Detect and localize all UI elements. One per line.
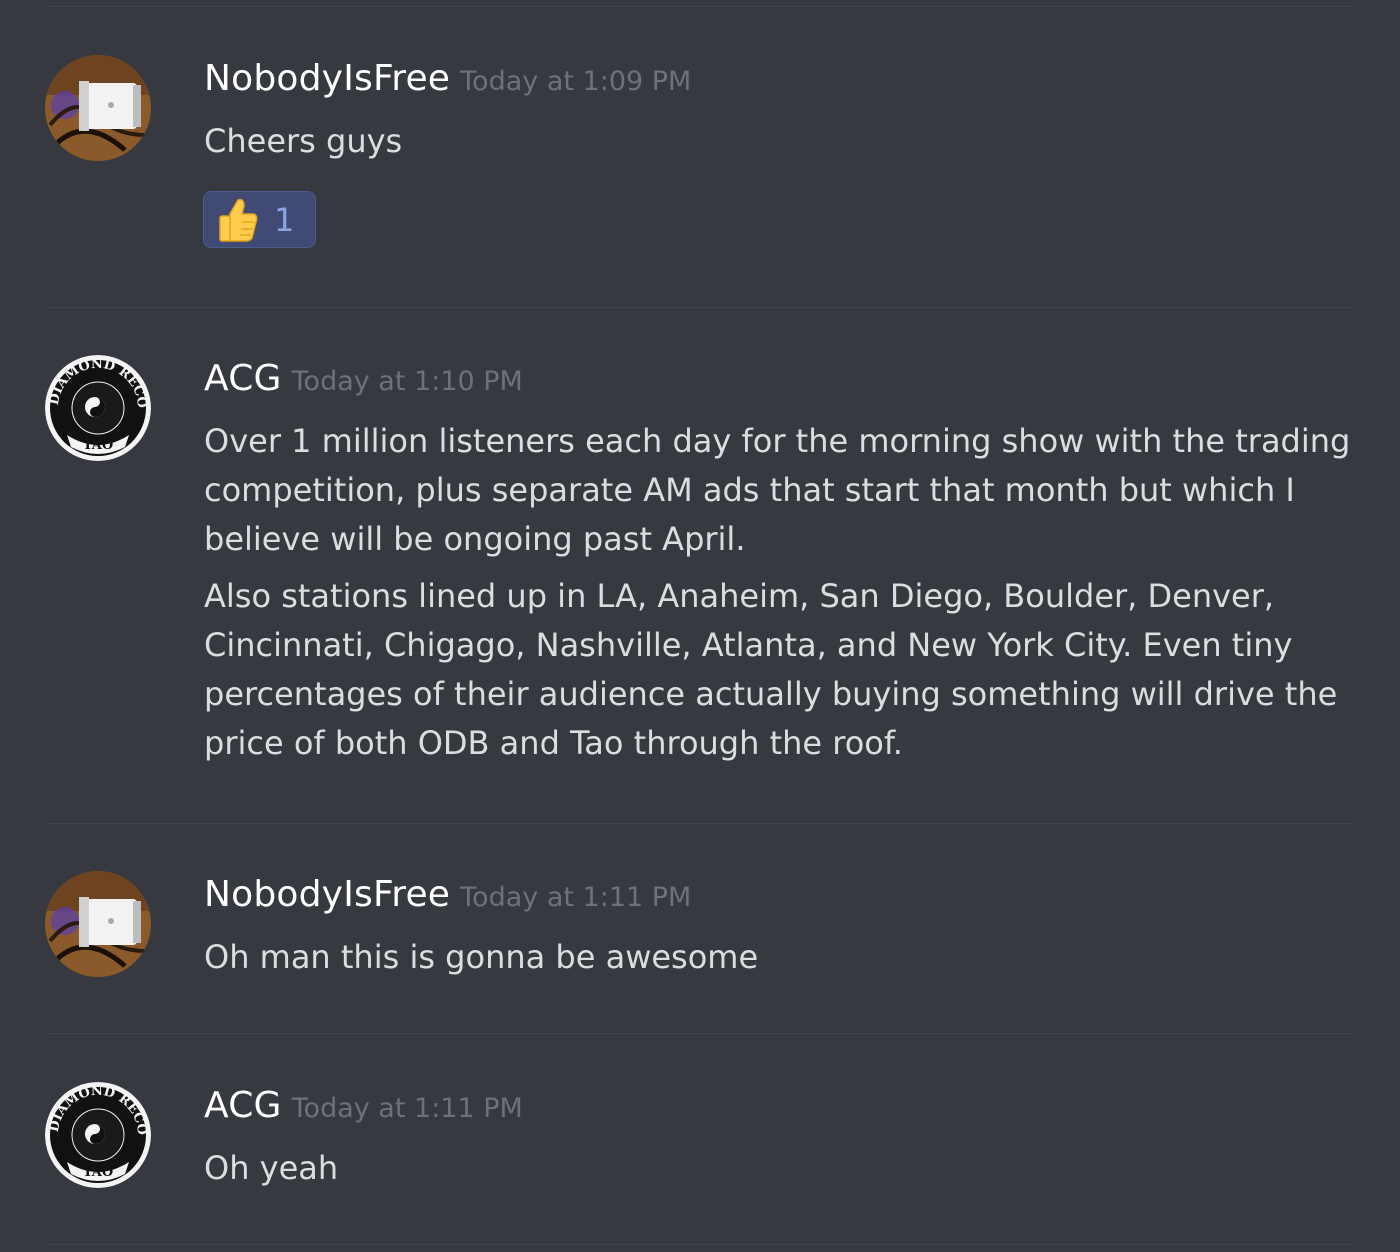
avatar[interactable] [45, 55, 151, 161]
message-divider [45, 6, 1355, 7]
avatar[interactable] [45, 871, 151, 977]
message-text: Cheers guys [204, 122, 403, 160]
reaction-count: 1 [274, 200, 295, 239]
message-header: NobodyIsFree Today at 1:09 PM [204, 58, 691, 99]
message-divider [45, 307, 1355, 308]
message-divider [45, 1033, 1355, 1034]
message-header: ACG Today at 1:11 PM [204, 1085, 523, 1126]
message-content: Oh yeah [204, 1144, 1374, 1193]
username[interactable]: ACG [204, 1085, 282, 1126]
message-text: Oh man this is gonna be awesome [204, 938, 759, 976]
avatar[interactable]: DIAMOND RECORD TAO [45, 355, 151, 461]
thumbs-up-icon [219, 198, 258, 242]
message-header: ACG Today at 1:10 PM [204, 358, 523, 399]
diamond-record-logo-icon: DIAMOND RECORD TAO [45, 355, 151, 461]
diamond-record-logo-icon: DIAMOND RECORD TAO [45, 1082, 151, 1188]
username[interactable]: NobodyIsFree [204, 874, 450, 915]
device-photo-avatar-icon [45, 871, 151, 977]
username[interactable]: ACG [204, 358, 282, 399]
timestamp: Today at 1:09 PM [460, 66, 692, 97]
timestamp: Today at 1:11 PM [291, 1093, 523, 1124]
message-content: Over 1 million listeners each day for th… [204, 417, 1374, 768]
svg-text:TAO: TAO [83, 438, 113, 453]
reaction-button[interactable]: 1 [203, 191, 316, 248]
message-content: Oh man this is gonna be awesome [204, 933, 1374, 982]
message-text: Oh yeah [204, 1149, 339, 1187]
message-content: Cheers guys [204, 117, 1374, 166]
message-text: Over 1 million listeners each day for th… [204, 422, 1351, 558]
message-header: NobodyIsFree Today at 1:11 PM [204, 874, 691, 915]
message-divider [45, 823, 1355, 824]
avatar[interactable]: DIAMOND RECORD TAO [45, 1082, 151, 1188]
device-photo-avatar-icon [45, 55, 151, 161]
timestamp: Today at 1:10 PM [291, 366, 523, 397]
message-divider [45, 1244, 1355, 1245]
timestamp: Today at 1:11 PM [460, 882, 692, 913]
svg-text:TAO: TAO [83, 1165, 113, 1180]
message-text: Also stations lined up in LA, Anaheim, S… [204, 577, 1338, 762]
username[interactable]: NobodyIsFree [204, 58, 450, 99]
